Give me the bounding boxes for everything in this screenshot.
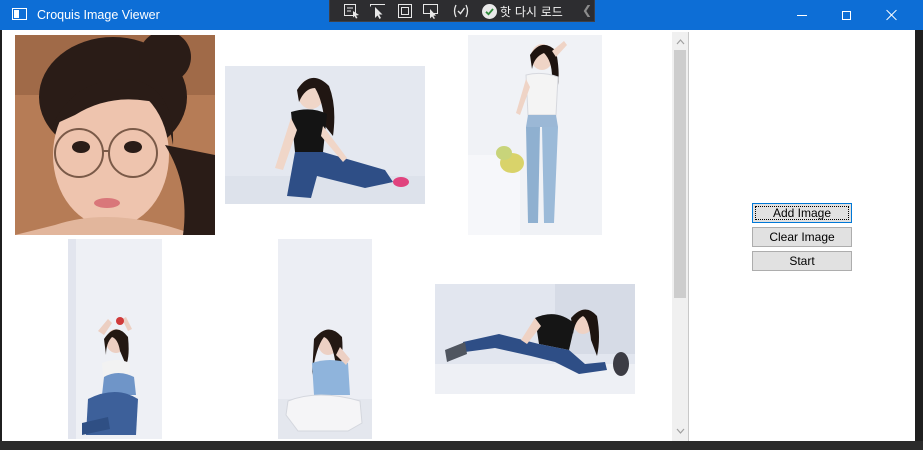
pointer-select-icon[interactable] <box>369 3 387 19</box>
maximize-icon <box>841 10 851 20</box>
add-image-button[interactable]: Add Image <box>752 203 852 223</box>
scroll-down-arrow-icon[interactable] <box>672 423 688 439</box>
vertical-scrollbar[interactable] <box>672 32 688 441</box>
app-window: Croquis Image Viewer 핫 다시 로드 ❮ Add Image… <box>0 0 923 450</box>
select-element-icon[interactable] <box>343 3 361 19</box>
scrollbar-thumb[interactable] <box>674 50 686 298</box>
gallery-image-3[interactable] <box>468 35 602 235</box>
start-button[interactable]: Start <box>752 251 852 271</box>
maximize-button[interactable] <box>823 0 869 30</box>
scroll-up-arrow-icon[interactable] <box>672 34 688 50</box>
collapse-chevron-icon[interactable]: ❮ <box>582 3 592 17</box>
binding-failures-icon[interactable] <box>452 3 470 19</box>
display-layout-icon[interactable] <box>396 3 414 19</box>
hot-reload-button[interactable]: 핫 다시 로드 <box>482 2 563 20</box>
gallery-image-4[interactable] <box>68 239 162 439</box>
minimize-icon <box>797 14 807 16</box>
xaml-debug-toolbar: 핫 다시 로드 ❮ <box>329 0 595 22</box>
client-area: Add Image Clear Image Start <box>2 30 915 441</box>
window-bottom-edge <box>0 441 923 450</box>
track-focus-icon[interactable] <box>422 3 440 19</box>
gallery-image-6[interactable] <box>435 284 635 394</box>
image-gallery[interactable] <box>7 32 689 441</box>
close-button[interactable] <box>869 0 915 30</box>
gallery-image-1[interactable] <box>15 35 215 235</box>
hot-reload-label: 핫 다시 로드 <box>500 4 563 19</box>
minimize-button[interactable] <box>779 0 825 30</box>
gallery-image-5[interactable] <box>278 239 372 439</box>
gallery-image-2[interactable] <box>225 66 425 204</box>
window-title: Croquis Image Viewer <box>37 8 160 22</box>
close-icon <box>886 9 898 21</box>
control-panel: Add Image Clear Image Start <box>689 30 915 441</box>
app-window-icon <box>12 8 27 20</box>
title-bar[interactable]: Croquis Image Viewer 핫 다시 로드 ❮ <box>0 0 923 30</box>
check-circle-icon <box>482 3 497 19</box>
clear-image-button[interactable]: Clear Image <box>752 227 852 247</box>
